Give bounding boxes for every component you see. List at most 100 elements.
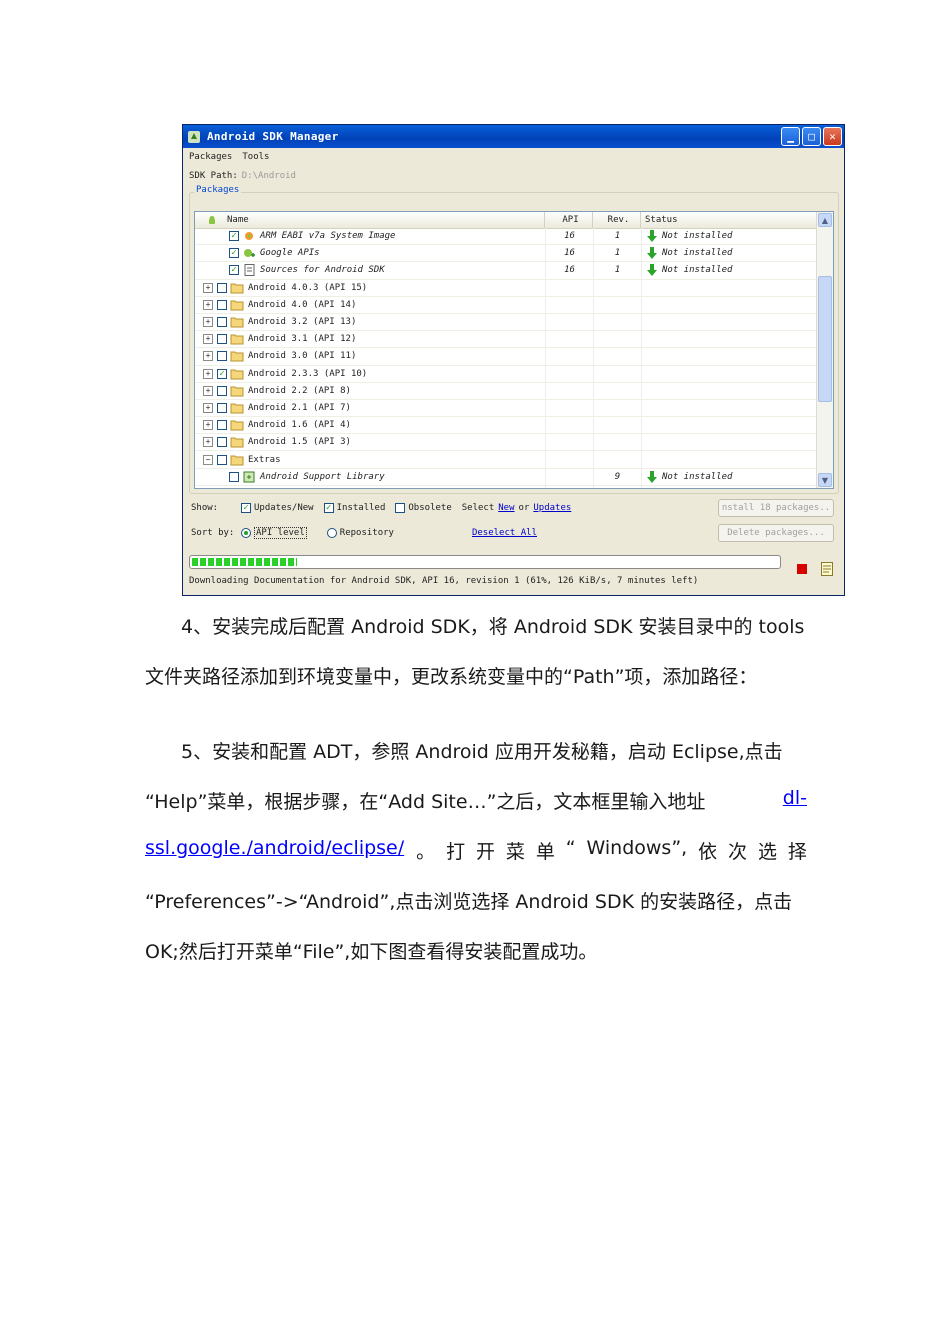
package-status: Not installed bbox=[641, 245, 819, 262]
table-row[interactable]: ✓ Sources for Android SDK 16 1 Not installed bbox=[195, 262, 819, 280]
table-row[interactable]: + Android 1.5 (API 3) bbox=[195, 434, 819, 452]
column-status[interactable]: Status bbox=[641, 212, 819, 228]
package-status bbox=[641, 313, 819, 331]
row-checkbox[interactable] bbox=[217, 282, 227, 293]
expand-icon[interactable]: + bbox=[203, 385, 213, 396]
expand-icon[interactable]: + bbox=[203, 299, 213, 310]
package-status: Not installed bbox=[641, 468, 819, 485]
expand-icon[interactable]: + bbox=[203, 351, 213, 362]
package-rev: 1 bbox=[593, 228, 641, 245]
show-obsolete-checkbox[interactable]: Obsolete bbox=[395, 503, 452, 513]
table-row[interactable]: + Android 3.1 (API 12) bbox=[195, 331, 819, 349]
row-checkbox[interactable]: ✓ bbox=[217, 368, 227, 379]
menu-tools[interactable]: Tools bbox=[242, 152, 269, 162]
sort-api-radio[interactable]: API level bbox=[241, 527, 307, 539]
row-checkbox[interactable] bbox=[217, 385, 227, 396]
expand-icon[interactable]: + bbox=[203, 420, 213, 431]
word: 依 bbox=[698, 841, 718, 863]
word: 开 bbox=[476, 841, 496, 863]
select-text: Select bbox=[461, 503, 495, 513]
minimize-button[interactable]: ▁ bbox=[781, 127, 800, 146]
row-checkbox[interactable] bbox=[229, 471, 239, 482]
table-row[interactable]: + Android 4.0.3 (API 15) bbox=[195, 279, 819, 297]
row-checkbox[interactable]: ✓ bbox=[229, 231, 239, 242]
table-row[interactable]: − Extras bbox=[195, 451, 819, 469]
package-name: Android 4.0 (API 14) bbox=[248, 299, 357, 310]
deselect-all-link[interactable]: Deselect All bbox=[472, 528, 537, 538]
select-updates-link[interactable]: Updates bbox=[533, 503, 571, 513]
table-row[interactable]: + Android 1.6 (API 4) bbox=[195, 417, 819, 435]
vertical-scrollbar[interactable]: ▲ ▼ bbox=[816, 212, 833, 488]
row-checkbox[interactable] bbox=[217, 437, 227, 448]
package-rev: 1 bbox=[593, 245, 641, 262]
expand-icon[interactable]: + bbox=[203, 282, 213, 293]
table-row[interactable]: + Android 2.1 (API 7) bbox=[195, 399, 819, 418]
expand-icon[interactable]: + bbox=[203, 334, 213, 345]
download-arrow-icon bbox=[650, 487, 654, 488]
expand-icon[interactable]: + bbox=[203, 402, 213, 413]
package-status bbox=[641, 382, 819, 399]
packages-group: Packages Name API Rev. Status ✓ ARM EABI … bbox=[189, 185, 839, 494]
table-row[interactable]: + ✓ Android 2.3.3 (API 10) bbox=[195, 365, 819, 383]
row-checkbox[interactable] bbox=[217, 334, 227, 345]
select-new-link[interactable]: New bbox=[498, 503, 514, 513]
row-checkbox[interactable] bbox=[217, 351, 227, 362]
row-checkbox[interactable] bbox=[217, 402, 227, 413]
package-status bbox=[641, 399, 819, 417]
package-rev: 6 bbox=[593, 485, 641, 488]
package-name: Sources for Android SDK bbox=[260, 265, 385, 276]
row-checkbox[interactable]: ✓ bbox=[229, 265, 239, 276]
package-rev: 9 bbox=[593, 468, 641, 485]
stop-icon[interactable] bbox=[797, 564, 807, 574]
sources-icon bbox=[244, 264, 255, 277]
show-updates-checkbox[interactable]: ✓ Updates/New bbox=[241, 503, 314, 513]
delete-packages-button[interactable]: Delete packages... bbox=[718, 524, 834, 542]
word: “ bbox=[565, 837, 576, 859]
table-row[interactable]: Google AdMob Ads SDK6Not installed bbox=[195, 485, 819, 488]
row-checkbox[interactable] bbox=[217, 454, 227, 465]
p5-line-2: “Help”菜单，根据步骤，在“Add Site…”之后，文本框里输入地址 dl… bbox=[145, 787, 807, 814]
sort-repository-radio[interactable]: Repository bbox=[326, 528, 394, 538]
log-icon[interactable] bbox=[821, 562, 833, 576]
expand-icon[interactable]: + bbox=[203, 317, 213, 328]
close-button[interactable]: ✕ bbox=[823, 127, 842, 146]
table-row[interactable]: + Android 2.2 (API 8) bbox=[195, 382, 819, 400]
maximize-button[interactable]: □ bbox=[802, 127, 821, 146]
package-api bbox=[545, 485, 593, 488]
scroll-up-icon[interactable]: ▲ bbox=[818, 213, 832, 227]
row-checkbox[interactable] bbox=[217, 317, 227, 328]
table-row[interactable]: + Android 3.0 (API 11) bbox=[195, 348, 819, 366]
show-installed-checkbox[interactable]: ✓ Installed bbox=[323, 503, 385, 513]
table-row[interactable]: ✓ Google APIs 16 1 Not installed bbox=[195, 245, 819, 263]
install-packages-button[interactable]: nstall 18 packages.. bbox=[718, 499, 834, 517]
table-row[interactable]: Android Support Library 9 Not installed bbox=[195, 468, 819, 486]
scroll-thumb[interactable] bbox=[818, 276, 832, 402]
package-rev bbox=[593, 313, 641, 331]
table-row[interactable]: + Android 4.0 (API 14) bbox=[195, 296, 819, 314]
column-api[interactable]: API bbox=[545, 212, 593, 228]
table-row[interactable]: + Android 3.2 (API 13) bbox=[195, 313, 819, 332]
row-checkbox[interactable]: ✓ bbox=[229, 248, 239, 259]
package-name: ARM EABI v7a System Image bbox=[260, 231, 396, 242]
package-name: Android 1.6 (API 4) bbox=[248, 420, 351, 431]
menu-packages[interactable]: Packages bbox=[189, 152, 232, 162]
row-checkbox[interactable] bbox=[217, 420, 227, 431]
scroll-down-icon[interactable]: ▼ bbox=[818, 473, 832, 487]
package-name: Android 1.5 (API 3) bbox=[248, 437, 351, 448]
collapse-icon[interactable]: − bbox=[203, 454, 213, 465]
package-name: Android 3.0 (API 11) bbox=[248, 351, 357, 362]
column-name[interactable]: Name bbox=[195, 212, 545, 228]
p5-line-1: 5、安装和配置 ADT，参照 Android 应用开发秘籍，启动 Eclipse… bbox=[181, 741, 783, 763]
adt-url-link-start[interactable]: dl- bbox=[783, 787, 807, 814]
package-api: 16 bbox=[545, 245, 593, 262]
table-row[interactable]: ✓ ARM EABI v7a System Image 16 1 Not install… bbox=[195, 228, 819, 246]
folder-icon bbox=[230, 334, 244, 345]
column-rev[interactable]: Rev. bbox=[593, 212, 641, 228]
download-arrow-icon bbox=[647, 230, 657, 243]
adt-url-link-end[interactable]: ssl.google./android/eclipse/ bbox=[145, 837, 404, 864]
expand-icon[interactable]: + bbox=[203, 368, 213, 379]
download-arrow-icon bbox=[647, 470, 657, 483]
download-arrow-icon bbox=[647, 247, 657, 260]
expand-icon[interactable]: + bbox=[203, 437, 213, 448]
row-checkbox[interactable] bbox=[217, 299, 227, 310]
